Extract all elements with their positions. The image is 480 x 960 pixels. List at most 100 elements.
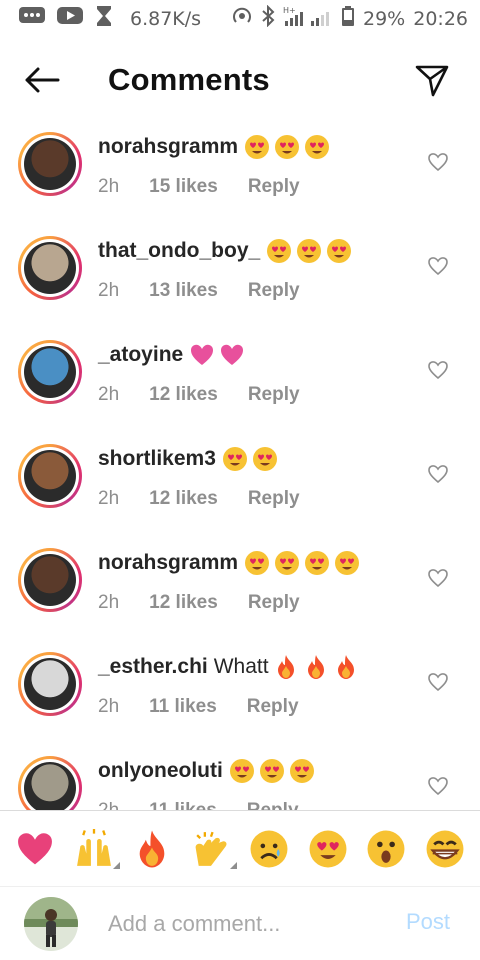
comment-time: 2h bbox=[98, 488, 120, 509]
page-title: Comments bbox=[108, 62, 270, 97]
comment-avatar[interactable] bbox=[18, 236, 82, 300]
comment-text: _esther.chi Whatt bbox=[98, 654, 359, 680]
comment-likes[interactable]: 12 likes bbox=[149, 384, 218, 406]
comment-meta: 2h 12 likes Reply bbox=[98, 592, 300, 614]
comment-avatar[interactable] bbox=[18, 444, 82, 508]
avatar-frame bbox=[21, 343, 79, 401]
comment-likes[interactable]: 12 likes bbox=[149, 488, 218, 510]
comment-likes[interactable]: 15 likes bbox=[149, 176, 218, 198]
signal-icon: H+ bbox=[283, 5, 333, 33]
comments-list[interactable]: norahsgramm 2h 15 likes Reply that_ondo_boy_… bbox=[0, 112, 480, 810]
heart-eyes-emoji-icon bbox=[229, 758, 255, 784]
avatar-image bbox=[24, 554, 76, 606]
comment-avatar[interactable] bbox=[18, 652, 82, 716]
arrow-left-icon bbox=[25, 67, 60, 93]
comment-row[interactable]: onlyoneoluti 2h 11 likes Reply bbox=[0, 736, 480, 810]
avatar-image bbox=[24, 138, 76, 190]
avatar-image bbox=[24, 242, 76, 294]
post-button[interactable]: Post bbox=[406, 909, 450, 935]
comment-username[interactable]: onlyoneoluti bbox=[98, 759, 223, 783]
comment-likes[interactable]: 12 likes bbox=[149, 592, 218, 614]
avatar-frame bbox=[21, 759, 79, 810]
comment-time: 2h bbox=[98, 592, 120, 613]
comment-body bbox=[189, 342, 245, 368]
like-heart-icon[interactable] bbox=[426, 774, 450, 798]
surprised-reaction-icon[interactable] bbox=[364, 827, 408, 871]
comment-row[interactable]: _atoyine 2h 12 likes Reply bbox=[0, 320, 480, 424]
direct-send-button[interactable] bbox=[412, 60, 452, 100]
skin-tone-indicator bbox=[229, 861, 237, 869]
like-heart-icon[interactable] bbox=[426, 254, 450, 278]
comment-meta: 2h 12 likes Reply bbox=[98, 384, 300, 406]
like-heart-icon[interactable] bbox=[426, 150, 450, 174]
heart-eyes-emoji-icon bbox=[334, 550, 360, 576]
comment-text: norahsgramm bbox=[98, 134, 330, 160]
heart-eyes-emoji-icon bbox=[252, 446, 278, 472]
comment-likes[interactable]: 13 likes bbox=[149, 280, 218, 302]
comment-time: 2h bbox=[98, 696, 120, 717]
avatar-image bbox=[24, 762, 76, 810]
comment-row[interactable]: norahsgramm 2h 12 likes Reply bbox=[0, 528, 480, 632]
status-right: H+ 29% 20:26 bbox=[231, 4, 468, 33]
heart-eyes-emoji-icon bbox=[274, 550, 300, 576]
network-speed: 6.87K/s bbox=[130, 8, 202, 30]
heart-eyes-emoji-icon bbox=[274, 134, 300, 160]
sad-tear-reaction-icon[interactable] bbox=[247, 827, 291, 871]
heart-eyes-emoji-icon bbox=[244, 134, 270, 160]
fire-emoji-icon bbox=[273, 654, 299, 680]
comment-text: norahsgramm bbox=[98, 550, 360, 576]
header: Comments bbox=[0, 52, 480, 108]
comment-avatar[interactable] bbox=[18, 132, 82, 196]
comment-username[interactable]: shortlikem3 bbox=[98, 447, 216, 471]
skin-tone-indicator bbox=[112, 861, 120, 869]
comment-username[interactable]: norahsgramm bbox=[98, 135, 238, 159]
reply-button[interactable]: Reply bbox=[247, 696, 299, 718]
comment-body bbox=[244, 134, 330, 160]
comment-avatar[interactable] bbox=[18, 340, 82, 404]
reply-button[interactable]: Reply bbox=[247, 800, 299, 810]
back-button[interactable] bbox=[22, 62, 62, 98]
comment-avatar[interactable] bbox=[18, 756, 82, 810]
comment-row[interactable]: _esther.chi Whatt 2h 11 likes Reply bbox=[0, 632, 480, 736]
comment-likes[interactable]: 11 likes bbox=[149, 696, 217, 718]
comment-avatar[interactable] bbox=[18, 548, 82, 612]
comment-row[interactable]: that_ondo_boy_ 2h 13 likes Reply bbox=[0, 216, 480, 320]
clock: 20:26 bbox=[413, 8, 468, 30]
comment-row[interactable]: norahsgramm 2h 15 likes Reply bbox=[0, 112, 480, 216]
comment-input[interactable] bbox=[108, 907, 388, 941]
heart-eyes-emoji-icon bbox=[289, 758, 315, 784]
comment-username[interactable]: _atoyine bbox=[98, 343, 183, 367]
like-heart-icon[interactable] bbox=[426, 670, 450, 694]
comment-username[interactable]: norahsgramm bbox=[98, 551, 238, 575]
avatar-image bbox=[24, 658, 76, 710]
avatar-frame bbox=[21, 447, 79, 505]
avatar-frame bbox=[21, 551, 79, 609]
grinning-reaction-icon[interactable] bbox=[423, 827, 467, 871]
reply-button[interactable]: Reply bbox=[248, 280, 300, 302]
like-heart-icon[interactable] bbox=[426, 358, 450, 382]
youtube-icon bbox=[56, 5, 84, 33]
comment-text: that_ondo_boy_ bbox=[98, 238, 352, 264]
heart-eyes-emoji-icon bbox=[326, 238, 352, 264]
heart-eyes-reaction-icon[interactable] bbox=[306, 827, 350, 871]
direct-send-icon bbox=[415, 65, 449, 97]
like-heart-icon[interactable] bbox=[426, 462, 450, 486]
reply-button[interactable]: Reply bbox=[248, 176, 300, 198]
comment-username[interactable]: that_ondo_boy_ bbox=[98, 239, 260, 263]
comment-time: 2h bbox=[98, 800, 119, 810]
reply-button[interactable]: Reply bbox=[248, 488, 300, 510]
comment-body bbox=[266, 238, 352, 264]
red-heart-reaction-icon[interactable] bbox=[13, 827, 57, 871]
raised-hands-reaction-icon[interactable] bbox=[72, 827, 120, 871]
comment-row[interactable]: shortlikem3 2h 12 likes Reply bbox=[0, 424, 480, 528]
comment-likes[interactable]: 11 likes bbox=[149, 800, 217, 810]
fire-reaction-icon[interactable] bbox=[130, 827, 174, 871]
comment-username[interactable]: _esther.chi bbox=[98, 655, 208, 679]
comment-meta: 2h 11 likes Reply bbox=[98, 696, 299, 718]
reply-button[interactable]: Reply bbox=[248, 384, 300, 406]
hourglass-icon bbox=[94, 5, 114, 33]
reply-button[interactable]: Reply bbox=[248, 592, 300, 614]
clapping-hands-reaction-icon[interactable] bbox=[189, 827, 237, 871]
avatar-frame bbox=[21, 135, 79, 193]
like-heart-icon[interactable] bbox=[426, 566, 450, 590]
